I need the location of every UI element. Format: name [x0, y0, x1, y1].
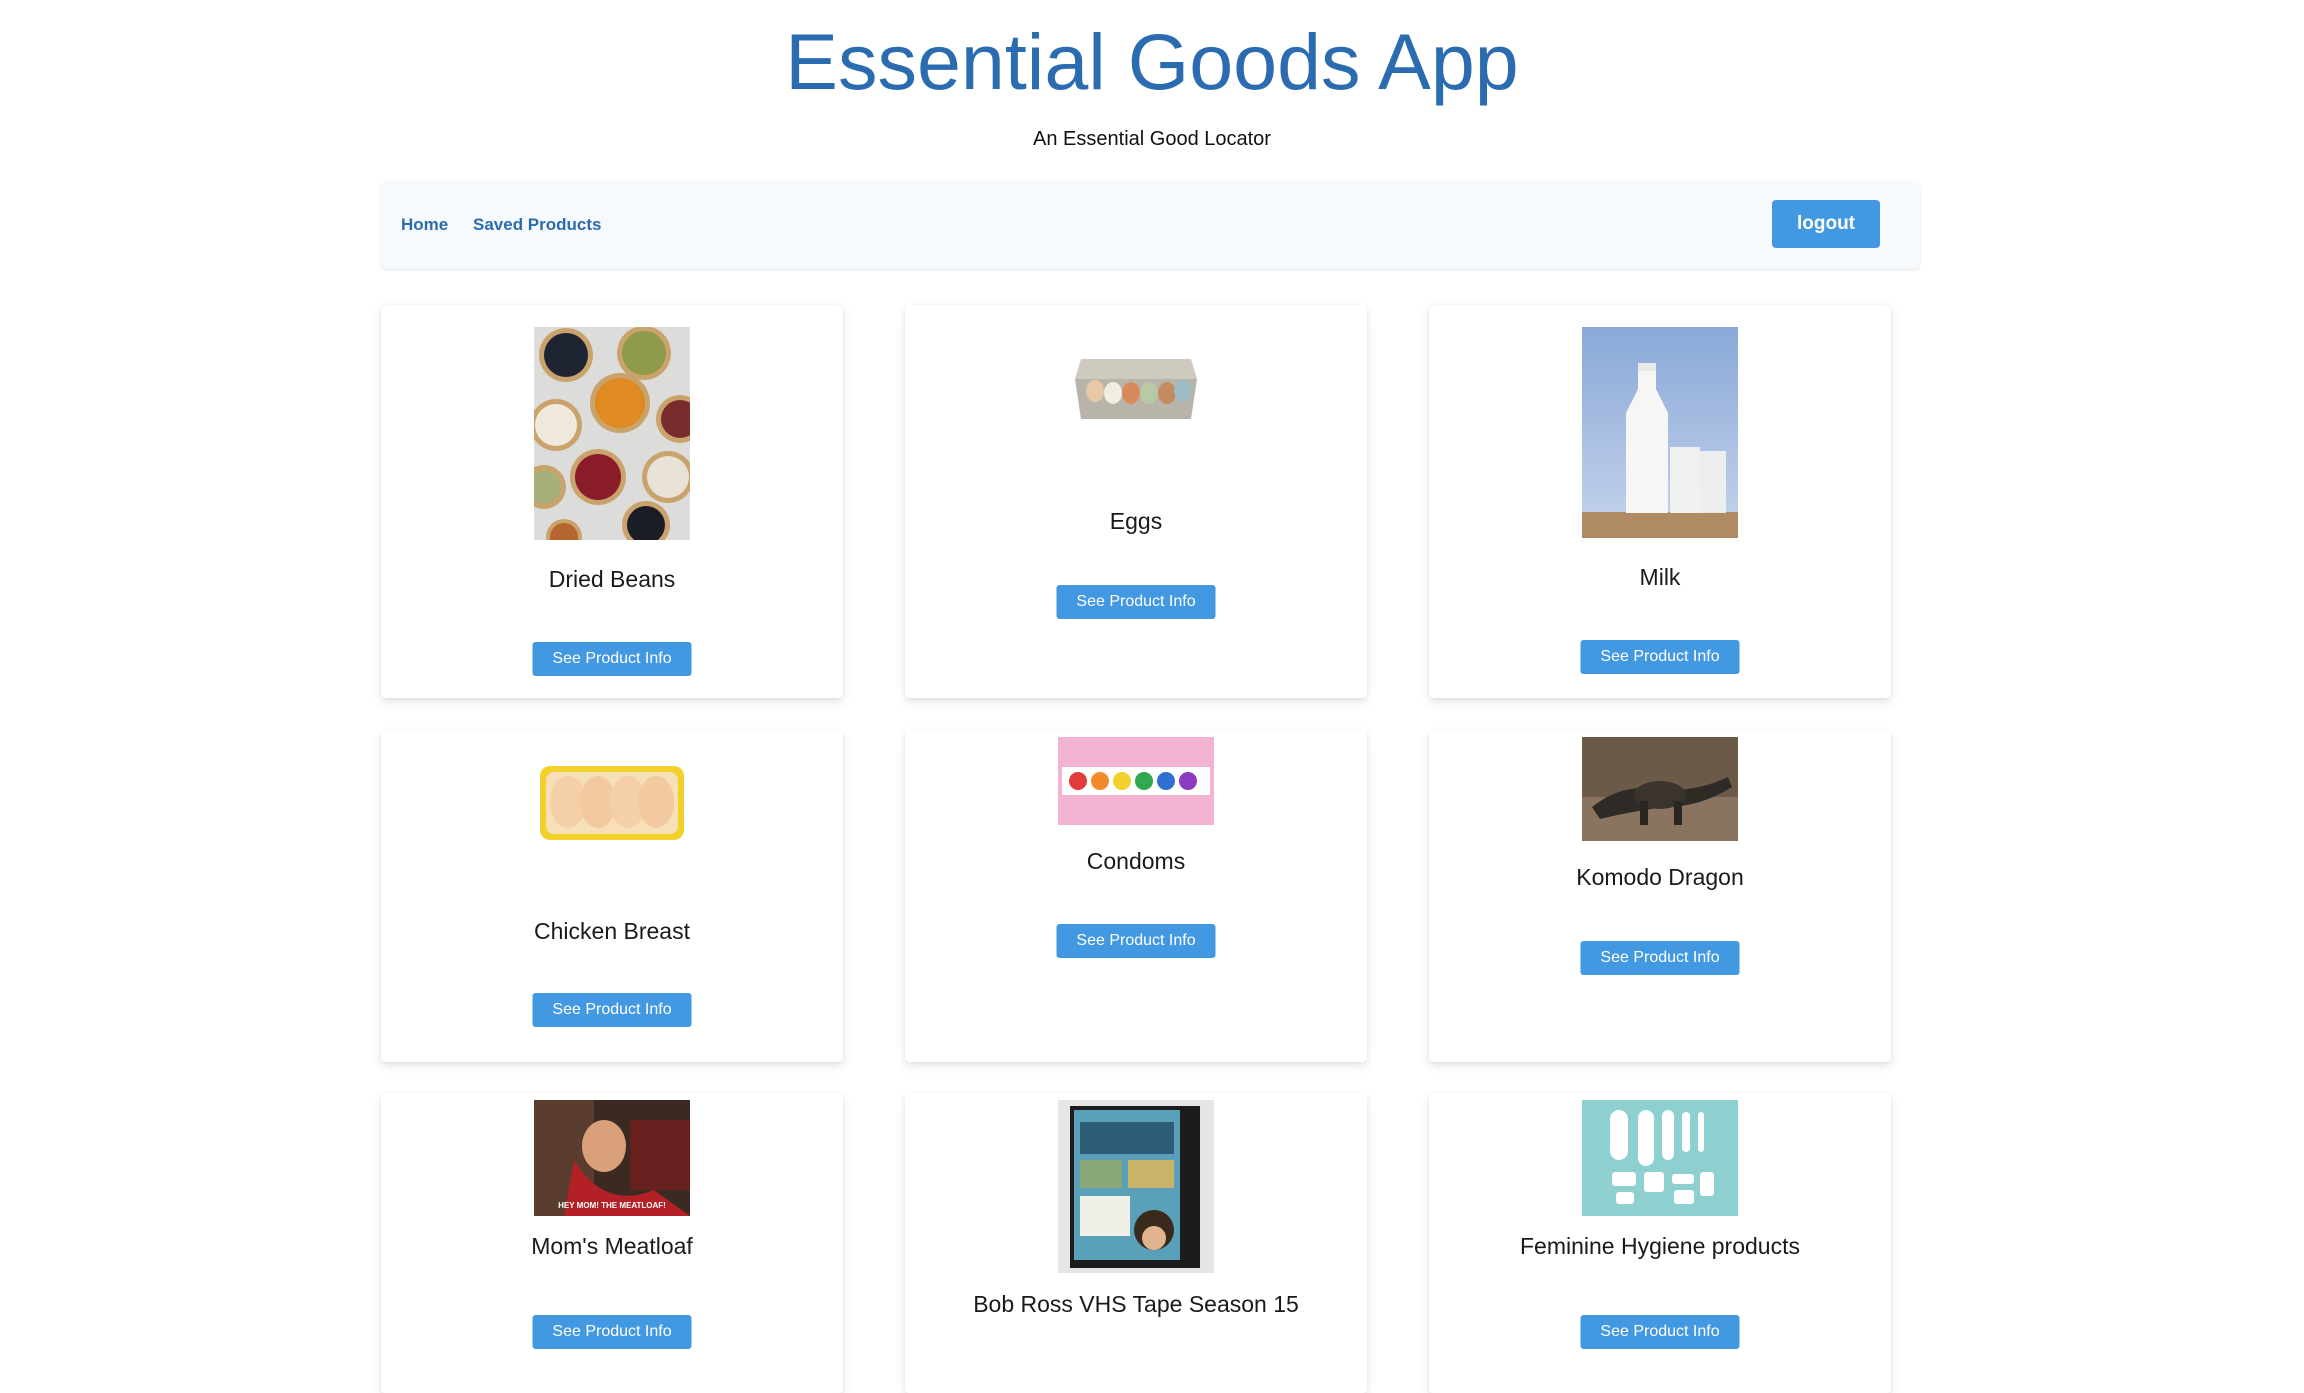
product-name: Bob Ross VHS Tape Season 15	[973, 1291, 1299, 1317]
product-name: Mom's Meatloaf	[531, 1233, 693, 1259]
product-card: Komodo Dragon See Product Info	[1429, 730, 1891, 1062]
see-product-info-button[interactable]: See Product Info	[1056, 585, 1216, 619]
product-card: Milk See Product Info	[1429, 305, 1891, 698]
bob-ross-vhs-image	[1058, 1100, 1214, 1273]
product-name: Komodo Dragon	[1576, 864, 1744, 890]
product-name: Milk	[1639, 564, 1681, 590]
see-product-info-button[interactable]: See Product Info	[1580, 941, 1740, 975]
product-card: Feminine Hygiene products See Product In…	[1429, 1093, 1891, 1393]
nav-saved-products-link[interactable]: Saved Products	[473, 181, 602, 269]
product-name: Dried Beans	[548, 566, 676, 592]
see-product-info-button[interactable]: See Product Info	[532, 1315, 692, 1349]
product-card: Condoms See Product Info	[905, 730, 1367, 1062]
condoms-image	[1058, 737, 1214, 825]
product-name: Chicken Breast	[534, 918, 690, 944]
product-name: Condoms	[1086, 848, 1186, 874]
product-name: Eggs	[1109, 508, 1163, 534]
komodo-dragon-image	[1582, 737, 1738, 841]
page-header: Essential Goods App An Essential Good Lo…	[0, 0, 2304, 151]
see-product-info-button[interactable]: See Product Info	[532, 993, 692, 1027]
navbar: Home Saved Products logout	[381, 181, 1920, 269]
meatloaf-caption: HEY MOM! THE MEATLOAF!	[558, 1201, 666, 1210]
product-card: Bob Ross VHS Tape Season 15	[905, 1093, 1367, 1393]
app-subtitle: An Essential Good Locator	[1033, 128, 1271, 150]
logout-button[interactable]: logout	[1772, 200, 1880, 248]
dried-beans-image	[534, 327, 690, 540]
see-product-info-button[interactable]: See Product Info	[1580, 1315, 1740, 1349]
product-card: HEY MOM! THE MEATLOAF! Mom's Meatloaf Se…	[381, 1093, 843, 1393]
app-title: Essential Goods App	[785, 17, 1519, 106]
feminine-hygiene-image	[1582, 1100, 1738, 1216]
see-product-info-button[interactable]: See Product Info	[1580, 640, 1740, 674]
product-card: Eggs See Product Info	[905, 305, 1367, 698]
product-card: Chicken Breast See Product Info	[381, 730, 843, 1062]
moms-meatloaf-image: HEY MOM! THE MEATLOAF!	[534, 1100, 690, 1216]
milk-image	[1582, 327, 1738, 538]
chicken-breast-image	[536, 754, 688, 850]
product-card: Dried Beans See Product Info	[381, 305, 843, 698]
eggs-image	[1067, 345, 1205, 435]
nav-home-link[interactable]: Home	[401, 181, 448, 269]
see-product-info-button[interactable]: See Product Info	[532, 642, 692, 676]
product-name: Feminine Hygiene products	[1520, 1233, 1800, 1259]
see-product-info-button[interactable]: See Product Info	[1056, 924, 1216, 958]
